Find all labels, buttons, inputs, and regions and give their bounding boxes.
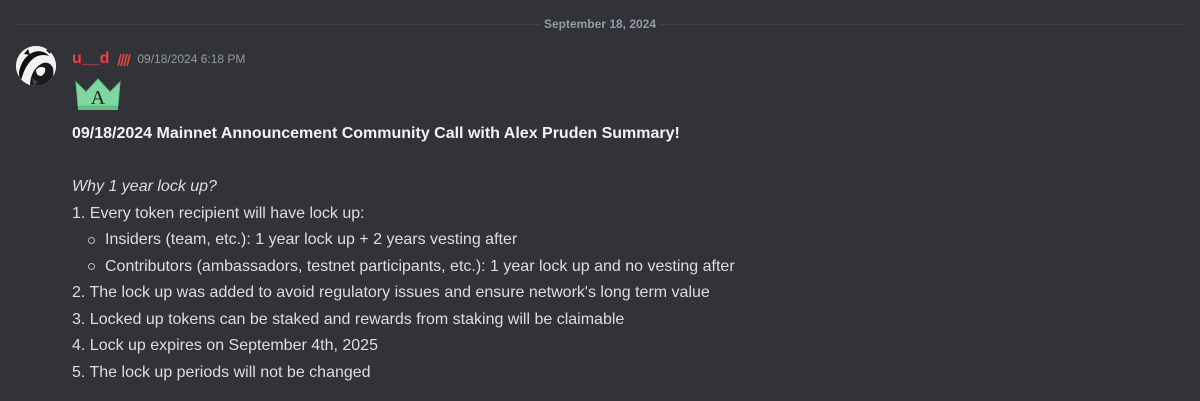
sub-list-item-text: Contributors (ambassadors, testnet parti… (105, 257, 735, 275)
list-item-5: 5. The lock up periods will not be chang… (72, 363, 371, 381)
question-line: Why 1 year lock up? (72, 178, 217, 195)
emoji-letter: A (91, 87, 106, 109)
list-item-2: 2. The lock up was added to avoid regula… (72, 284, 710, 301)
username[interactable]: u__d (72, 49, 109, 69)
bullet-icon (88, 236, 95, 244)
date-divider-label: September 18, 2024 (539, 16, 661, 32)
red-slash-marks-icon[interactable] (115, 51, 132, 67)
list-item-1: 1. Every token recipient will have lock … (72, 204, 365, 222)
chat-frame: September 18, 2024 u__d 09/18/2024 6:18 … (0, 0, 1200, 401)
sub-list-item-contributors: Contributors (ambassadors, testnet parti… (72, 254, 1172, 281)
message-content: 09/18/2024 Mainnet Announcement Communit… (72, 121, 1172, 386)
avatar[interactable] (16, 46, 56, 86)
list-item-3: 3. Locked up tokens can be staked and re… (72, 310, 625, 328)
message-title: 09/18/2024 Mainnet Announcement Communit… (72, 125, 680, 142)
anime-character-avatar-icon (16, 46, 56, 86)
sub-list-item-insiders: Insiders (team, etc.): 1 year lock up + … (72, 227, 1172, 254)
green-crown-a-emoji-icon[interactable]: A (72, 76, 124, 112)
bullet-icon (88, 263, 95, 271)
sub-list-item-text: Insiders (team, etc.): 1 year lock up + … (105, 231, 518, 248)
list-item-4: 4. Lock up expires on September 4th, 202… (72, 337, 378, 354)
message-header: u__d 09/18/2024 6:18 PM (72, 49, 245, 69)
message-timestamp[interactable]: 09/18/2024 6:18 PM (137, 49, 245, 69)
